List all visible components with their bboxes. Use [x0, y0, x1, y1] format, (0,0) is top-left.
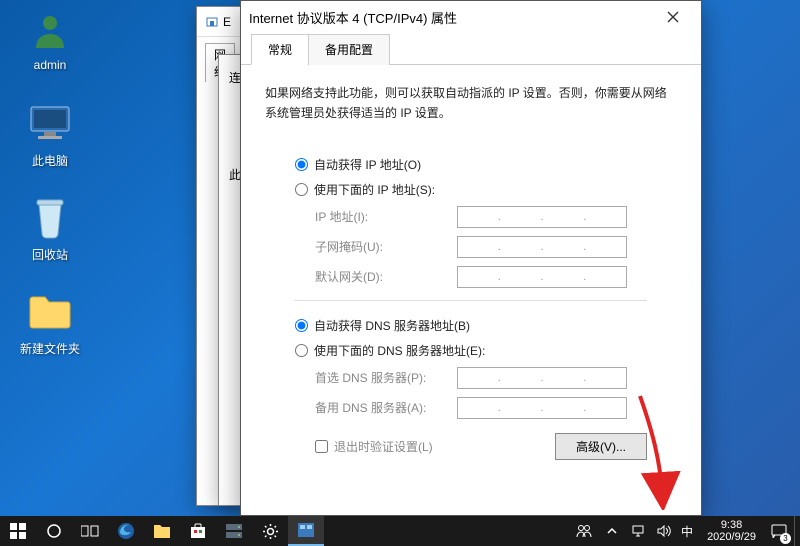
- field-label: 子网掩码(U):: [315, 238, 457, 255]
- desktop-icon-label: admin: [12, 58, 88, 72]
- action-center-button[interactable]: 3: [764, 516, 794, 546]
- dialog-tabs: 常规 备用配置: [241, 33, 701, 65]
- folder-icon: [153, 523, 171, 539]
- desktop-icon-label: 新建文件夹: [12, 340, 88, 357]
- taskbar-app-store[interactable]: [180, 516, 216, 546]
- radio-ip-auto[interactable]: 自动获得 IP 地址(O): [265, 152, 677, 177]
- taskbar-clock[interactable]: 9:38 2020/9/29: [699, 519, 764, 543]
- dialog-titlebar[interactable]: Internet 协议版本 4 (TCP/IPv4) 属性: [241, 1, 701, 33]
- intro-text: 如果网络支持此功能，则可以获取自动指派的 IP 设置。否则，你需要从网络系统管理…: [265, 83, 677, 124]
- folder-icon: [26, 288, 74, 336]
- radio-label: 使用下面的 DNS 服务器地址(E):: [314, 342, 485, 359]
- desktop-icon-label: 此电脑: [12, 152, 88, 169]
- radio-label: 自动获得 DNS 服务器地址(B): [314, 317, 470, 334]
- tray-ime[interactable]: 中: [681, 523, 693, 540]
- show-desktop-button[interactable]: [794, 516, 800, 546]
- checkbox-validate[interactable]: 退出时验证设置(L): [315, 438, 555, 455]
- dialog-pane: 如果网络支持此功能，则可以获取自动指派的 IP 设置。否则，你需要从网络系统管理…: [241, 65, 701, 470]
- clock-date: 2020/9/29: [707, 531, 756, 543]
- radio-input[interactable]: [295, 319, 308, 332]
- monitor-icon: [26, 100, 74, 148]
- taskbar: 中 9:38 2020/9/29 3: [0, 516, 800, 546]
- radio-label: 使用下面的 IP 地址(S):: [314, 181, 435, 198]
- cortana-button[interactable]: [36, 516, 72, 546]
- field-ip-address: IP 地址(I): ...: [265, 202, 677, 232]
- ip-input[interactable]: ...: [457, 266, 627, 288]
- window-title-fragment: E: [223, 15, 231, 29]
- close-button[interactable]: [653, 3, 693, 31]
- window-titlebar: E: [197, 7, 243, 37]
- radio-input[interactable]: [295, 183, 308, 196]
- field-default-gateway: 默认网关(D): ...: [265, 262, 677, 292]
- desktop-icon-this-pc[interactable]: 此电脑: [12, 100, 88, 169]
- taskbar-app-server-manager[interactable]: [216, 516, 252, 546]
- radio-label: 自动获得 IP 地址(O): [314, 156, 421, 173]
- user-icon: [26, 6, 74, 54]
- task-view-button[interactable]: [72, 516, 108, 546]
- desktop-icon-label: 回收站: [12, 246, 88, 263]
- tray-people[interactable]: [573, 516, 595, 546]
- radio-dns-auto[interactable]: 自动获得 DNS 服务器地址(B): [265, 313, 677, 338]
- field-label: 首选 DNS 服务器(P):: [315, 369, 457, 386]
- dialog-title: Internet 协议版本 4 (TCP/IPv4) 属性: [249, 8, 653, 27]
- close-icon: [667, 11, 679, 23]
- radio-input[interactable]: [295, 158, 308, 171]
- taskbar-app-settings[interactable]: [252, 516, 288, 546]
- tray-overflow[interactable]: [603, 516, 621, 546]
- ip-input[interactable]: ...: [457, 397, 627, 419]
- field-label: 默认网关(D):: [315, 268, 457, 285]
- ip-input[interactable]: ...: [457, 206, 627, 228]
- radio-ip-manual[interactable]: 使用下面的 IP 地址(S):: [265, 177, 677, 202]
- field-alternate-dns: 备用 DNS 服务器(A): ...: [265, 393, 677, 423]
- desktop-icon-folder[interactable]: 新建文件夹: [12, 288, 88, 357]
- clock-time: 9:38: [707, 519, 756, 531]
- taskbar-app-edge[interactable]: [108, 516, 144, 546]
- radio-input[interactable]: [295, 344, 308, 357]
- field-label: IP 地址(I):: [315, 208, 457, 225]
- start-button[interactable]: [0, 516, 36, 546]
- text-fragment: 此: [229, 166, 233, 183]
- store-icon: [190, 523, 206, 539]
- tab-alternate[interactable]: 备用配置: [308, 34, 390, 65]
- desktop-icon-recycle-bin[interactable]: 回收站: [12, 194, 88, 263]
- windows-icon: [10, 523, 26, 539]
- checkbox-label: 退出时验证设置(L): [334, 438, 433, 455]
- ip-input[interactable]: ...: [457, 236, 627, 258]
- checkbox-input[interactable]: [315, 440, 328, 453]
- people-icon: [576, 524, 592, 538]
- desktop-icon-user[interactable]: admin: [12, 6, 88, 72]
- network-icon: [631, 525, 645, 537]
- field-label: 备用 DNS 服务器(A):: [315, 399, 457, 416]
- radio-dns-manual[interactable]: 使用下面的 DNS 服务器地址(E):: [265, 338, 677, 363]
- taskbar-app-control-panel[interactable]: [288, 516, 324, 546]
- ipv4-properties-dialog: Internet 协议版本 4 (TCP/IPv4) 属性 常规 备用配置 如果…: [240, 0, 702, 516]
- notification-badge: 3: [780, 533, 791, 544]
- advanced-button[interactable]: 高级(V)...: [555, 433, 647, 460]
- tab-general[interactable]: 常规: [251, 34, 309, 65]
- taskbar-app-explorer[interactable]: [144, 516, 180, 546]
- edge-icon: [117, 522, 135, 540]
- server-icon: [225, 523, 243, 539]
- tray-network[interactable]: [629, 516, 647, 546]
- tray-volume[interactable]: [655, 516, 673, 546]
- gear-icon: [262, 523, 279, 540]
- ip-input[interactable]: ...: [457, 367, 627, 389]
- text-fragment: 连: [229, 69, 233, 86]
- separator: [295, 300, 647, 301]
- bottom-row: 退出时验证设置(L) 高级(V)...: [265, 423, 677, 460]
- circle-icon: [46, 523, 62, 539]
- task-view-icon: [81, 524, 99, 538]
- control-panel-icon: [297, 522, 315, 538]
- field-preferred-dns: 首选 DNS 服务器(P): ...: [265, 363, 677, 393]
- chevron-up-icon: [607, 527, 617, 535]
- speaker-icon: [657, 525, 671, 537]
- system-tray: 中: [567, 516, 699, 546]
- trash-icon: [26, 194, 74, 242]
- field-subnet-mask: 子网掩码(U): ...: [265, 232, 677, 262]
- ethernet-icon: [205, 15, 219, 29]
